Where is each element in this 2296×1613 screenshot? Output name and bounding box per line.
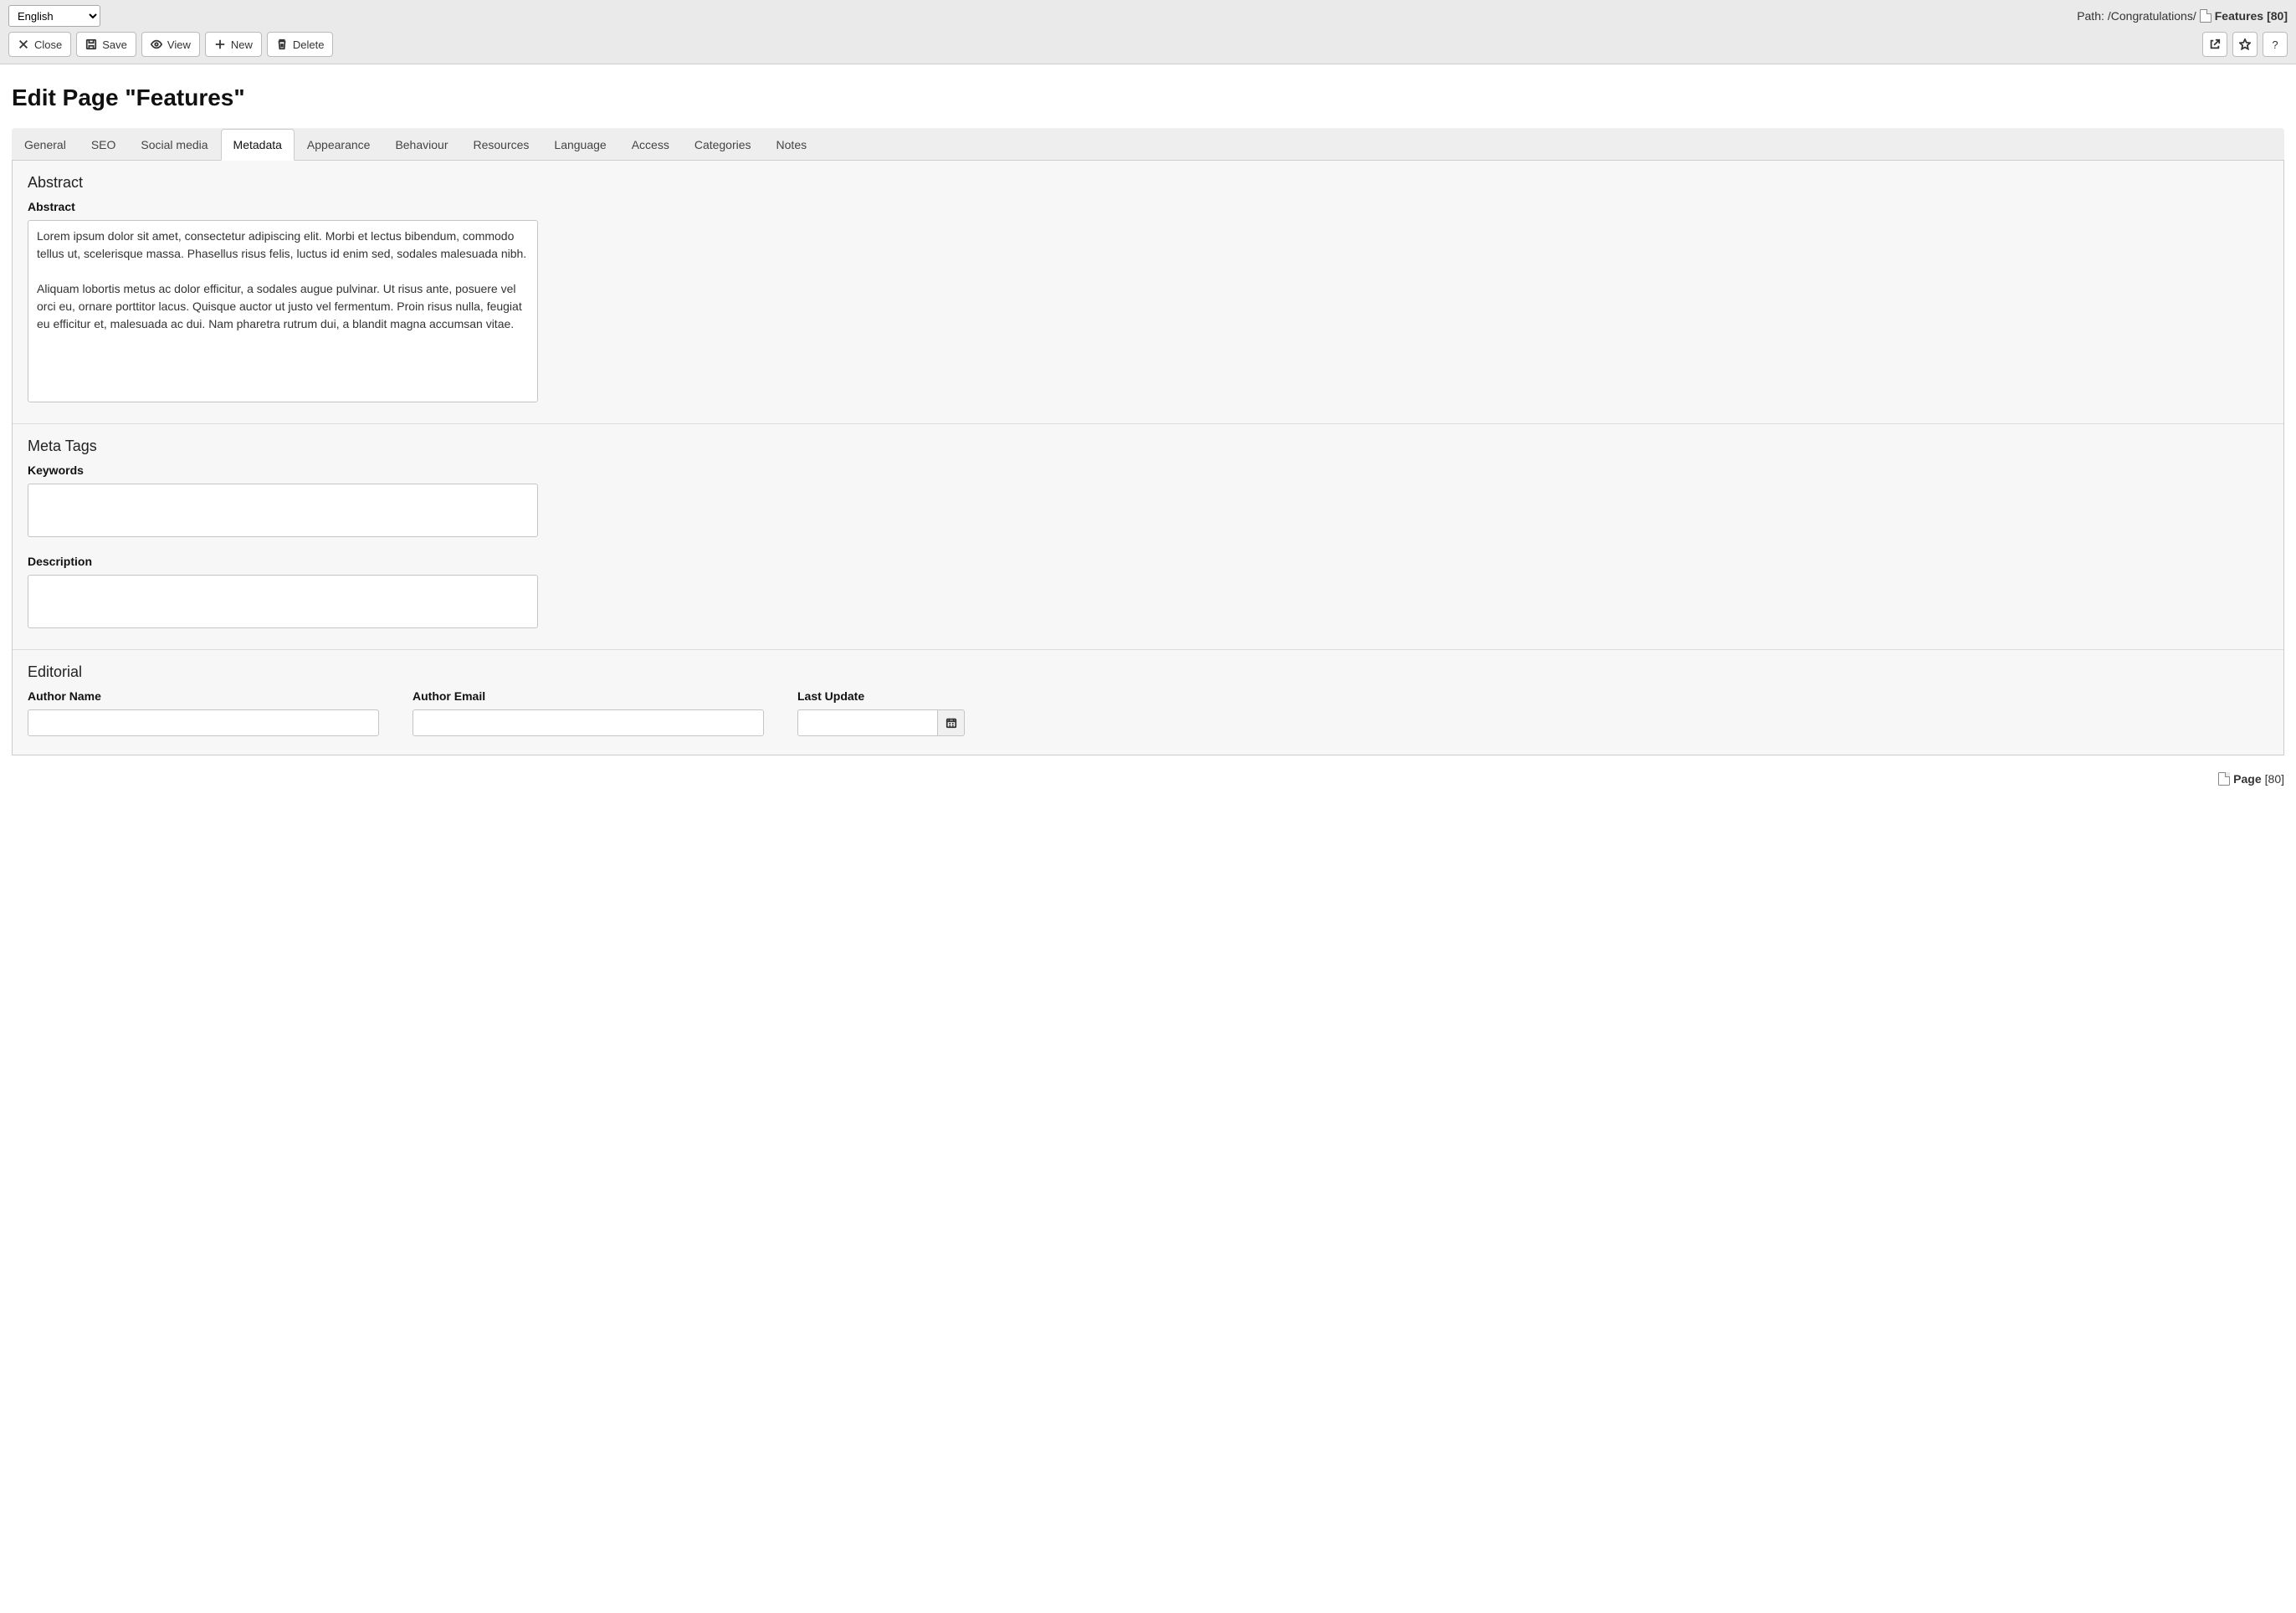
author-email-label: Author Email (413, 689, 764, 703)
tab-metadata[interactable]: Metadata (221, 129, 295, 161)
author-name-input[interactable] (28, 709, 379, 736)
topbar-row-2: Close Save View New Delete (8, 32, 2288, 57)
topbar-row-1: English Path: /Congratulations/ Features… (8, 5, 2288, 27)
description-label: Description (28, 555, 2268, 568)
toolbar-right: ? (2202, 32, 2288, 57)
page-title: Edit Page "Features" (12, 84, 2284, 111)
tab-seo[interactable]: SEO (79, 129, 129, 161)
close-icon (18, 38, 29, 50)
footer-type: Page (2233, 772, 2261, 786)
eye-icon (151, 38, 162, 50)
delete-button-label: Delete (293, 38, 325, 51)
favorite-button[interactable] (2232, 32, 2258, 57)
tab-general[interactable]: General (12, 129, 79, 161)
tab-resources[interactable]: Resources (460, 129, 541, 161)
abstract-textarea[interactable] (28, 220, 538, 402)
editorial-section: Editorial Author Name Author Email Last … (13, 650, 2283, 755)
external-link-icon (2209, 38, 2221, 50)
page-icon (2200, 9, 2211, 23)
tab-language[interactable]: Language (541, 129, 618, 161)
content-area: Edit Page "Features" General SEO Social … (0, 64, 2296, 767)
date-picker-button[interactable] (938, 709, 965, 736)
close-button[interactable]: Close (8, 32, 71, 57)
abstract-section-title: Abstract (28, 174, 2268, 192)
tab-social[interactable]: Social media (128, 129, 220, 161)
view-button[interactable]: View (141, 32, 200, 57)
page-icon (2218, 772, 2230, 786)
new-button[interactable]: New (205, 32, 262, 57)
star-icon (2239, 38, 2251, 50)
abstract-label: Abstract (28, 200, 2268, 213)
path-prefix: Path: (2077, 9, 2104, 23)
keywords-textarea[interactable] (28, 484, 538, 537)
last-update-field: Last Update (797, 689, 1149, 736)
help-button[interactable]: ? (2263, 32, 2288, 57)
breadcrumb: Path: /Congratulations/ Features [80] (2077, 9, 2288, 23)
meta-tags-section: Meta Tags Keywords Description (13, 424, 2283, 650)
save-button[interactable]: Save (76, 32, 136, 57)
last-update-label: Last Update (797, 689, 1149, 703)
editorial-row: Author Name Author Email Last Update (28, 689, 2268, 736)
calendar-icon (946, 717, 957, 729)
last-update-input-group (797, 709, 965, 736)
tab-access[interactable]: Access (619, 129, 682, 161)
help-button-label: ? (2272, 38, 2278, 51)
author-email-field: Author Email (413, 689, 764, 736)
tab-bar: General SEO Social media Metadata Appear… (12, 128, 2284, 161)
author-email-input[interactable] (413, 709, 764, 736)
save-button-label: Save (102, 38, 127, 51)
path-crumb[interactable]: /Congratulations/ (2108, 9, 2196, 23)
trash-icon (276, 38, 288, 50)
path-current-id: [80] (2267, 9, 2288, 23)
description-textarea[interactable] (28, 575, 538, 628)
meta-tags-section-title: Meta Tags (28, 438, 2268, 455)
footer-id: [80] (2265, 772, 2284, 786)
new-button-label: New (231, 38, 253, 51)
last-update-input[interactable] (797, 709, 938, 736)
delete-button[interactable]: Delete (267, 32, 334, 57)
keywords-field: Keywords (28, 463, 2268, 540)
keywords-label: Keywords (28, 463, 2268, 477)
author-name-field: Author Name (28, 689, 379, 736)
author-name-label: Author Name (28, 689, 379, 703)
footer-status: Page [80] (0, 767, 2296, 794)
close-button-label: Close (34, 38, 62, 51)
tab-appearance[interactable]: Appearance (295, 129, 383, 161)
abstract-section: Abstract Abstract (13, 161, 2283, 424)
tab-categories[interactable]: Categories (682, 129, 764, 161)
tab-notes[interactable]: Notes (764, 129, 820, 161)
view-button-label: View (167, 38, 191, 51)
external-link-button[interactable] (2202, 32, 2227, 57)
path-current-name: Features (2215, 9, 2263, 23)
tab-behaviour[interactable]: Behaviour (382, 129, 460, 161)
language-select[interactable]: English (8, 5, 100, 27)
tab-panel: Abstract Abstract Meta Tags Keywords Des… (12, 161, 2284, 755)
editorial-section-title: Editorial (28, 663, 2268, 681)
description-field: Description (28, 555, 2268, 631)
save-icon (85, 38, 97, 50)
topbar: English Path: /Congratulations/ Features… (0, 0, 2296, 64)
toolbar-left: Close Save View New Delete (8, 32, 333, 57)
plus-icon (214, 38, 226, 50)
